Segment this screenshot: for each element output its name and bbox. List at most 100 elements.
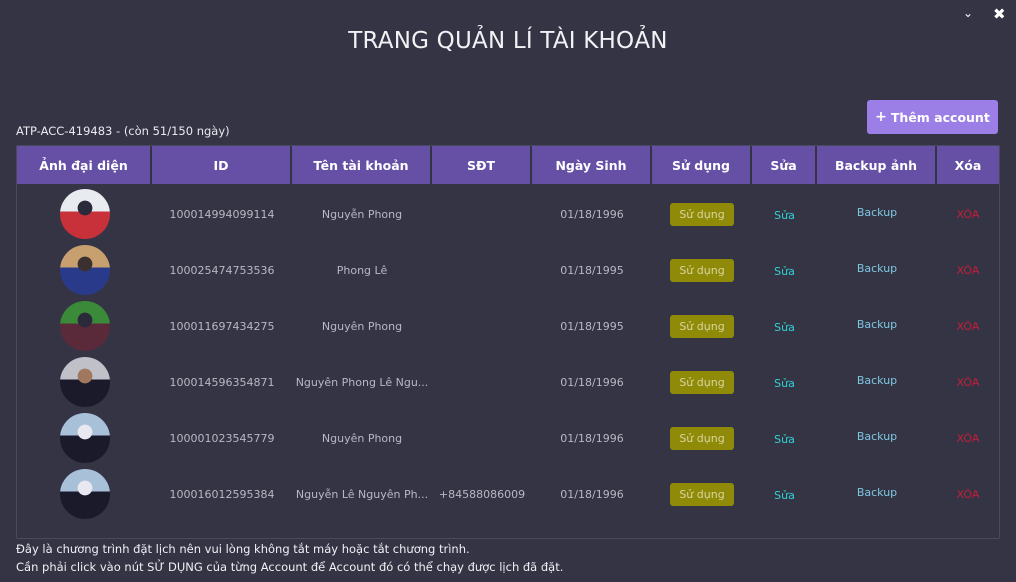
use-button[interactable]: Sử dụng bbox=[670, 202, 734, 226]
backup-link[interactable]: Backup bbox=[857, 262, 897, 275]
column-header-avatar: Ảnh đại diện bbox=[17, 146, 152, 186]
column-header-use: Sử dụng bbox=[652, 146, 752, 186]
avatar-cell bbox=[17, 186, 152, 242]
edit-link[interactable]: Sửa bbox=[774, 489, 795, 502]
avatar bbox=[59, 357, 110, 407]
use-cell: Sử dụng bbox=[652, 186, 752, 242]
backup-cell: Backup bbox=[817, 186, 937, 242]
table-body: 100014994099114 Nguyễn Phong 01/18/1996 Sử … bbox=[17, 186, 999, 522]
account-phone bbox=[432, 186, 532, 242]
table-row: 100001023545779 Nguyên Phong 01/18/1996 Sử … bbox=[17, 410, 999, 466]
avatar bbox=[59, 301, 110, 351]
table-row: 100014994099114 Nguyễn Phong 01/18/1996 Sử … bbox=[17, 186, 999, 242]
edit-cell: Sửa bbox=[752, 186, 817, 242]
account-phone bbox=[432, 354, 532, 410]
account-name: Nguyên Phong bbox=[321, 319, 403, 333]
backup-link[interactable]: Backup bbox=[857, 206, 897, 219]
account-dob: 01/18/1996 bbox=[560, 207, 624, 221]
account-dob: 01/18/1996 bbox=[560, 431, 624, 445]
edit-link[interactable]: Sửa bbox=[774, 433, 795, 446]
delete-cell: XÓA bbox=[937, 186, 999, 242]
table-row: 100025474753536 Phong Lê 01/18/1995 Sử dụng… bbox=[17, 242, 999, 298]
plus-icon: + bbox=[875, 109, 887, 125]
close-icon[interactable]: ✖ bbox=[993, 5, 1006, 23]
account-dob: 01/18/1996 bbox=[560, 487, 624, 501]
account-phone bbox=[432, 410, 532, 466]
avatar bbox=[59, 189, 110, 239]
delete-link[interactable]: XÓA bbox=[957, 208, 980, 221]
column-header-phone: SĐT bbox=[432, 146, 532, 186]
edit-cell: Sửa bbox=[752, 466, 817, 522]
edit-link[interactable]: Sửa bbox=[774, 265, 795, 278]
account-name: Nguyên Phong bbox=[321, 431, 403, 445]
account-name: Nguyễn Lê Nguyên Ph... bbox=[295, 487, 429, 501]
delete-cell: XÓA bbox=[937, 242, 999, 298]
delete-cell: XÓA bbox=[937, 466, 999, 522]
avatar bbox=[59, 245, 110, 295]
use-cell: Sử dụng bbox=[652, 410, 752, 466]
edit-cell: Sửa bbox=[752, 354, 817, 410]
account-id: 100014596354871 bbox=[169, 375, 275, 389]
account-phone bbox=[432, 242, 532, 298]
footer-note: Đây là chương trình đặt lịch nên vui lòn… bbox=[16, 542, 470, 556]
backup-cell: Backup bbox=[817, 242, 937, 298]
use-button[interactable]: Sử dụng bbox=[670, 314, 734, 338]
delete-link[interactable]: XÓA bbox=[957, 432, 980, 445]
backup-link[interactable]: Backup bbox=[857, 318, 897, 331]
column-header-name: Tên tài khoản bbox=[292, 146, 432, 186]
delete-link[interactable]: XÓA bbox=[957, 376, 980, 389]
column-header-delete: Xóa bbox=[937, 146, 999, 186]
delete-link[interactable]: XÓA bbox=[957, 488, 980, 501]
edit-link[interactable]: Sửa bbox=[774, 209, 795, 222]
backup-cell: Backup bbox=[817, 410, 937, 466]
table-row: 100011697434275 Nguyên Phong 01/18/1995 Sử … bbox=[17, 298, 999, 354]
account-id: 100011697434275 bbox=[169, 319, 275, 333]
column-header-dob: Ngày Sinh bbox=[532, 146, 652, 186]
account-id: 100001023545779 bbox=[169, 431, 275, 445]
use-cell: Sử dụng bbox=[652, 242, 752, 298]
account-phone: +84588086009 bbox=[438, 487, 526, 501]
avatar-cell bbox=[17, 242, 152, 298]
account-name: Nguyễn Phong bbox=[321, 207, 403, 221]
backup-link[interactable]: Backup bbox=[857, 430, 897, 443]
table-row: 100016012595384 Nguyễn Lê Nguyên Ph... +84… bbox=[17, 466, 999, 522]
backup-link[interactable]: Backup bbox=[857, 486, 897, 499]
accounts-table: Ảnh đại diện ID Tên tài khoản SĐT Ngày S… bbox=[16, 145, 1000, 539]
edit-link[interactable]: Sửa bbox=[774, 321, 795, 334]
avatar bbox=[59, 413, 110, 463]
account-phone bbox=[432, 298, 532, 354]
license-info: ATP-ACC-419483 - (còn 51/150 ngày) bbox=[16, 124, 230, 138]
table-row: 100014596354871 Nguyên Phong Lê Ngu... 01/… bbox=[17, 354, 999, 410]
avatar-cell bbox=[17, 466, 152, 522]
avatar-cell bbox=[17, 410, 152, 466]
edit-link[interactable]: Sửa bbox=[774, 377, 795, 390]
delete-link[interactable]: XÓA bbox=[957, 320, 980, 333]
backup-link[interactable]: Backup bbox=[857, 374, 897, 387]
backup-cell: Backup bbox=[817, 466, 937, 522]
chevron-down-icon[interactable]: ⌄ bbox=[963, 6, 973, 20]
delete-cell: XÓA bbox=[937, 410, 999, 466]
avatar bbox=[59, 469, 110, 519]
use-cell: Sử dụng bbox=[652, 466, 752, 522]
delete-link[interactable]: XÓA bbox=[957, 264, 980, 277]
avatar-cell bbox=[17, 354, 152, 410]
edit-cell: Sửa bbox=[752, 298, 817, 354]
account-name: Nguyên Phong Lê Ngu... bbox=[295, 375, 429, 389]
account-name: Phong Lê bbox=[336, 263, 388, 277]
delete-cell: XÓA bbox=[937, 354, 999, 410]
edit-cell: Sửa bbox=[752, 242, 817, 298]
account-dob: 01/18/1995 bbox=[560, 263, 624, 277]
column-header-edit: Sửa bbox=[752, 146, 817, 186]
table-header: Ảnh đại diện ID Tên tài khoản SĐT Ngày S… bbox=[17, 146, 999, 186]
use-button[interactable]: Sử dụng bbox=[670, 258, 734, 282]
backup-cell: Backup bbox=[817, 354, 937, 410]
account-id: 100016012595384 bbox=[169, 487, 275, 501]
use-button[interactable]: Sử dụng bbox=[670, 426, 734, 450]
column-header-backup: Backup ảnh bbox=[817, 146, 937, 186]
backup-cell: Backup bbox=[817, 298, 937, 354]
delete-cell: XÓA bbox=[937, 298, 999, 354]
use-button[interactable]: Sử dụng bbox=[670, 482, 734, 506]
use-button[interactable]: Sử dụng bbox=[670, 370, 734, 394]
add-account-button[interactable]: + Thêm account bbox=[867, 100, 998, 134]
add-account-label: Thêm account bbox=[890, 109, 990, 125]
